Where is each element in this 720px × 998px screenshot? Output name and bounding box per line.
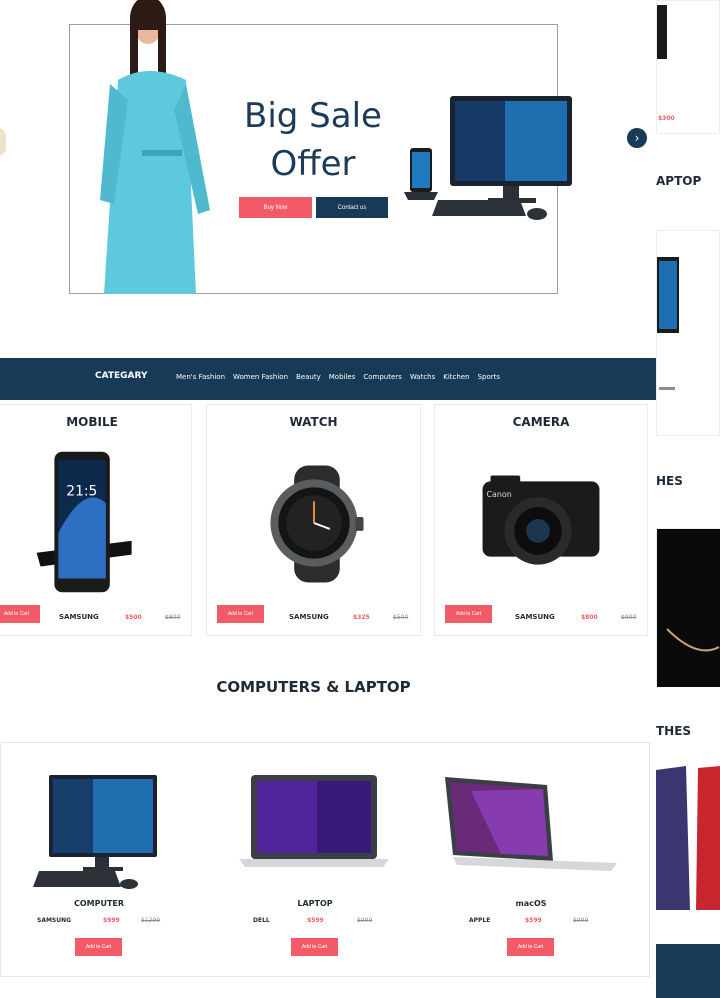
watch-image: [270, 465, 364, 583]
product-old-price: $900: [621, 614, 637, 621]
side-card-clothes: [656, 528, 720, 687]
product-price: $800: [581, 614, 598, 621]
computer-price: $999: [103, 917, 120, 924]
macos-name: macOS: [515, 899, 547, 908]
add-to-cart-button[interactable]: Add to Cart: [75, 938, 122, 956]
computer-item: COMPUTER SAMSUNG $999 $1299 Add to Cart: [9, 743, 189, 978]
product-card-mobile: MOBILE 21:5 Add to Cart SAMSUNG $500 $80…: [0, 404, 192, 636]
macbook-image: [445, 777, 617, 871]
desktop-computer-image: [33, 775, 157, 889]
product-brand: SAMSUNG: [59, 613, 99, 621]
product-title: MOBILE: [66, 415, 118, 429]
computer-brand: SAMSUNG: [37, 917, 72, 924]
hero-model-image: [100, 0, 210, 294]
hero-title-line1: Big Sale: [244, 96, 382, 136]
side-laptop-image: [657, 257, 679, 390]
product-old-price: $500: [393, 614, 409, 621]
computer-price-row: SAMSUNG $999 $1299: [9, 917, 189, 929]
svg-text:21:5: 21:5: [66, 483, 97, 499]
laptop-brand: DELL: [253, 917, 270, 924]
category-item-kitchen[interactable]: Kitchen: [443, 373, 469, 381]
category-item-women-fashion[interactable]: Women Fashion: [233, 373, 288, 381]
side-heading-clothes: HES: [656, 474, 683, 488]
product-old-price: $800: [165, 614, 181, 621]
side-column: $300 APTOP HES THES: [656, 0, 720, 998]
category-item-sports[interactable]: Sports: [478, 373, 500, 381]
macos-price-row: APPLE $599 $999: [441, 917, 621, 929]
category-item-mens-fashion[interactable]: Men's Fashion: [176, 373, 225, 381]
category-menu: Men's Fashion Women Fashion Beauty Mobil…: [176, 373, 500, 381]
hero-title-line2: Offer: [270, 144, 356, 184]
macos-brand: APPLE: [469, 917, 491, 924]
side-dark-block: [656, 944, 720, 998]
svg-text:Canon: Canon: [487, 490, 512, 499]
macos-price: $599: [525, 917, 542, 924]
laptop-price-row: DELL $599 $999: [225, 917, 405, 929]
category-item-mobiles[interactable]: Mobiles: [329, 373, 356, 381]
laptop-name: LAPTOP: [297, 899, 333, 908]
side-price: $300: [658, 115, 675, 122]
side-heading-clothes-2: THES: [656, 724, 692, 738]
category-bar: CATEGARY Men's Fashion Women Fashion Bea…: [0, 358, 656, 400]
mobile-image: 21:5: [36, 451, 132, 593]
computer-old-price: $1299: [141, 917, 161, 924]
category-item-computers[interactable]: Computers: [363, 373, 401, 381]
computers-panel: COMPUTER SAMSUNG $999 $1299 Add to Cart …: [0, 742, 650, 977]
computer-name: COMPUTER: [73, 899, 125, 908]
product-title: WATCH: [289, 415, 338, 429]
next-slide-icon[interactable]: ›: [627, 128, 647, 148]
side-clothes-image: [657, 529, 720, 687]
category-item-watchs[interactable]: Watchs: [410, 373, 435, 381]
add-to-cart-button[interactable]: Add to Cart: [445, 605, 492, 623]
side-coats-image: [656, 766, 720, 910]
camera-image: Canon: [482, 475, 600, 565]
product-price: $500: [125, 614, 142, 621]
category-title: CATEGARY: [95, 371, 148, 381]
macos-item: macOS APPLE $599 $999 Add to Cart: [441, 743, 621, 978]
add-to-cart-button[interactable]: Add to Cart: [507, 938, 554, 956]
product-brand: SAMSUNG: [515, 613, 555, 621]
add-to-cart-button[interactable]: Add to Cart: [0, 605, 40, 623]
product-card-watch: WATCH Add to Cart SAMSUNG $325 $500: [206, 404, 421, 636]
hero-devices-image: [404, 96, 572, 220]
side-card-top: [656, 0, 720, 134]
category-item-beauty[interactable]: Beauty: [296, 373, 321, 381]
contact-us-button[interactable]: Contact us: [316, 197, 388, 218]
computers-section-title: COMPUTERS & LAPTOP: [216, 678, 411, 696]
add-to-cart-button[interactable]: Add to Cart: [291, 938, 338, 956]
product-title: CAMERA: [512, 415, 570, 429]
laptop-old-price: $999: [357, 917, 373, 924]
hero-title: Big Sale Offer: [238, 92, 388, 188]
side-card-laptop: [656, 230, 720, 436]
side-heading-laptop: APTOP: [656, 174, 702, 188]
laptop-price: $599: [307, 917, 324, 924]
laptop-item: LAPTOP DELL $599 $999 Add to Cart: [225, 743, 405, 978]
product-brand: SAMSUNG: [289, 613, 329, 621]
buy-now-button[interactable]: Buy Now: [239, 197, 312, 218]
laptop-image: [239, 775, 389, 867]
product-card-camera: CAMERA Canon Add to Cart SAMSUNG $800 $9…: [434, 404, 648, 636]
macos-old-price: $999: [573, 917, 589, 924]
product-price: $325: [353, 614, 370, 621]
add-to-cart-button[interactable]: Add to Cart: [217, 605, 264, 623]
prev-slide-arrow[interactable]: [0, 128, 6, 156]
